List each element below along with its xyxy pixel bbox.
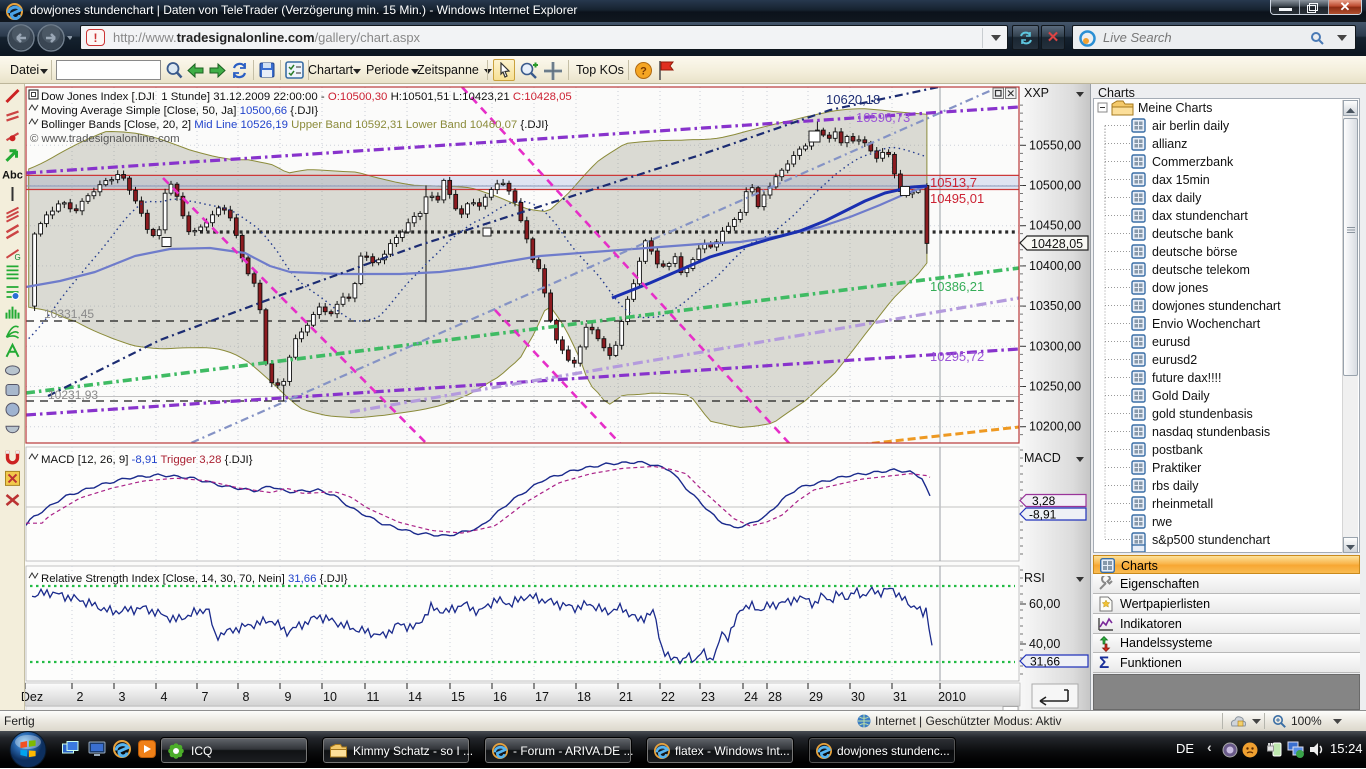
svg-text:© www.tradesignalonline.com: © www.tradesignalonline.com [30,133,180,145]
svg-text:15: 15 [451,690,465,704]
svg-text:31: 31 [893,690,907,704]
svg-text:dax stundenchart: dax stundenchart [1152,209,1248,223]
svg-text:7: 7 [202,690,209,704]
svg-text:10: 10 [323,690,337,704]
svg-text:10550,00: 10550,00 [1029,138,1081,152]
svg-text:10620,18: 10620,18 [826,92,880,107]
svg-text:10250,00: 10250,00 [1029,380,1081,394]
svg-text:22: 22 [661,690,675,704]
svg-text:40,00: 40,00 [1029,637,1060,651]
svg-text:10295,72: 10295,72 [930,349,984,364]
svg-text:deutsche börse: deutsche börse [1152,245,1238,259]
svg-text:10495,01: 10495,01 [930,191,984,206]
svg-text:dowjones stundenchart: dowjones stundenchart [1152,299,1281,313]
svg-text:10596,73: 10596,73 [856,110,910,125]
svg-text:rwe: rwe [1152,515,1172,529]
svg-text:4: 4 [161,690,168,704]
svg-text:XXP: XXP [1024,86,1049,100]
svg-text:9: 9 [285,690,292,704]
svg-text:14: 14 [408,690,422,704]
svg-text:29: 29 [809,690,823,704]
svg-text:10450,00: 10450,00 [1029,219,1081,233]
svg-text:deutsche bank: deutsche bank [1152,227,1234,241]
svg-text:dow jones: dow jones [1152,281,1208,295]
svg-text:10331,45: 10331,45 [44,307,94,321]
svg-text:11: 11 [367,690,380,704]
svg-text:31,66: 31,66 [1030,655,1060,669]
svg-text:Commerzbank: Commerzbank [1152,155,1234,169]
svg-text:18: 18 [577,690,591,704]
svg-text:10513,7: 10513,7 [930,175,977,190]
svg-text:rbs daily: rbs daily [1152,479,1199,493]
svg-text:Dow Jones Index [.DJI 1 Stund: Dow Jones Index [.DJI 1 Stunde] 31.12.20… [41,91,572,103]
svg-text:30: 30 [851,690,865,704]
svg-text:Moving Average Simple [Close,: Moving Average Simple [Close, 50, Ja] 10… [41,105,318,117]
svg-text:dax 15min: dax 15min [1152,173,1210,187]
svg-text:3,28: 3,28 [1032,494,1056,508]
svg-text:10500,00: 10500,00 [1029,179,1081,193]
svg-text:Praktiker: Praktiker [1152,461,1201,475]
svg-text:28: 28 [768,690,782,704]
svg-text:?: ? [640,66,647,78]
svg-text:10200,00: 10200,00 [1029,420,1081,434]
svg-text:RSI: RSI [1024,571,1045,585]
svg-text:allianz: allianz [1152,137,1187,151]
svg-text:60,00: 60,00 [1029,597,1060,611]
svg-text:10231,93: 10231,93 [48,388,98,402]
svg-text:17: 17 [535,690,549,704]
svg-text:10400,00: 10400,00 [1029,259,1081,273]
svg-text:21: 21 [619,690,633,704]
svg-text:10428,05: 10428,05 [1031,237,1083,251]
svg-text:dax daily: dax daily [1152,191,1202,205]
svg-text:-8,91: -8,91 [1029,508,1057,522]
svg-text:Relative Strength Index [Close: Relative Strength Index [Close, 14, 30, … [41,573,348,585]
svg-text:future dax!!!!: future dax!!!! [1152,371,1221,385]
svg-text:16: 16 [493,690,507,704]
svg-text:2: 2 [77,690,84,704]
svg-text:Meine Charts: Meine Charts [1138,101,1212,115]
svg-text:8: 8 [243,690,250,704]
svg-text:Bollinger Bands [Close, 20, 2]: Bollinger Bands [Close, 20, 2] Mid Line … [41,119,548,131]
svg-text:MACD [12, 26, 9] -8,91 Trigger: MACD [12, 26, 9] -8,91 Trigger 3,28 {.DJ… [41,454,253,466]
svg-text:deutsche telekom: deutsche telekom [1152,263,1250,277]
svg-text:air berlin daily: air berlin daily [1152,119,1230,133]
svg-text:gold stundenbasis: gold stundenbasis [1152,407,1253,421]
svg-text:24: 24 [744,690,758,704]
svg-text:10350,00: 10350,00 [1029,299,1081,313]
svg-text:Gold Daily: Gold Daily [1152,389,1210,403]
svg-text:rheinmetall: rheinmetall [1152,497,1213,511]
svg-text:3: 3 [119,690,126,704]
svg-text:postbank: postbank [1152,443,1203,457]
svg-text:nasdaq stundenbasis: nasdaq stundenbasis [1152,425,1270,439]
svg-text:eurusd: eurusd [1152,335,1190,349]
svg-text:G: G [15,253,21,262]
svg-text:2010: 2010 [938,690,966,704]
svg-text:23: 23 [701,690,715,704]
svg-text:10300,00: 10300,00 [1029,339,1081,353]
svg-text:Envio Wochenchart: Envio Wochenchart [1152,317,1261,331]
svg-text:10386,21: 10386,21 [930,279,984,294]
svg-text:Abc: Abc [2,169,23,181]
svg-text:eurusd2: eurusd2 [1152,353,1197,367]
svg-text:s&p500 stundenchart: s&p500 stundenchart [1152,533,1271,547]
svg-text:MACD: MACD [1024,451,1061,465]
